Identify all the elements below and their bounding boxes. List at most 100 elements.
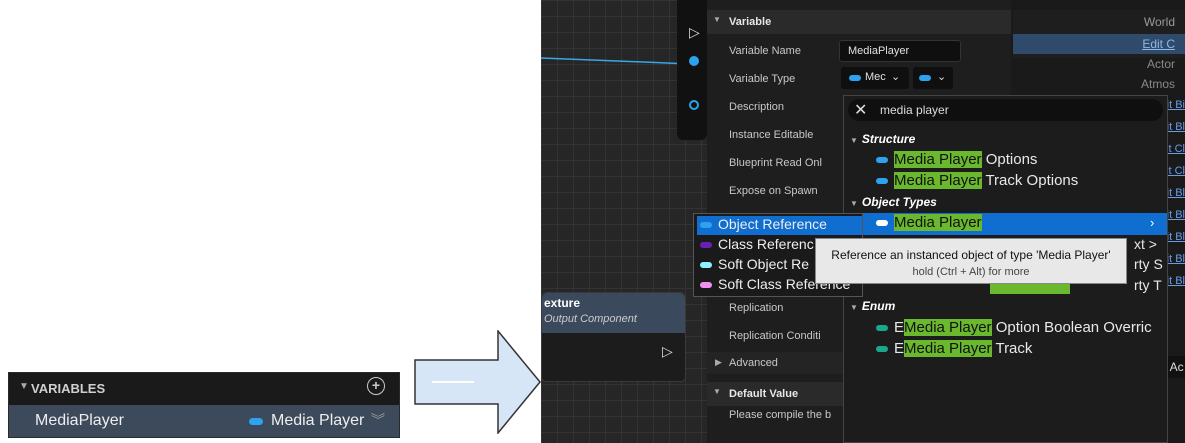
collapse-triangle-icon[interactable]: ▼ xyxy=(713,15,721,24)
filled-pin-icon[interactable] xyxy=(689,56,699,66)
menu-item-label: Object Reference xyxy=(718,216,827,232)
prop-label: Variable Name xyxy=(729,45,801,57)
list-item[interactable]: Atmos xyxy=(1141,77,1175,91)
prop-label: Replication Conditi xyxy=(729,330,821,342)
list-item[interactable]: it Bl xyxy=(1167,187,1185,199)
prop-label: Description xyxy=(729,101,785,113)
chevron-right-icon[interactable]: › xyxy=(1150,215,1154,230)
item-prefix: E xyxy=(894,340,905,357)
variable-section-header[interactable]: ▼ Variable xyxy=(707,10,1011,34)
type-pill-icon xyxy=(876,178,888,185)
type-pill-icon xyxy=(876,325,888,332)
chevron-down-icon[interactable]: ⌄ xyxy=(891,70,900,83)
container-dropdown[interactable]: ⌄ xyxy=(913,67,953,89)
list-item[interactable]: it Cl xyxy=(1166,165,1185,177)
type-pill-icon xyxy=(876,157,888,164)
variables-header-label: VARIABLES xyxy=(31,381,106,396)
variables-header[interactable]: ▼ VARIABLES + xyxy=(9,373,399,403)
list-item[interactable]: EMedia Player Option Boolean Overric xyxy=(876,319,1152,336)
item-suffix: Track xyxy=(991,340,1033,357)
chevron-down-icon[interactable]: ⌄ xyxy=(937,70,946,83)
expand-triangle-icon[interactable]: ▶ xyxy=(715,357,722,368)
type-dropdown[interactable]: Mec ⌄ xyxy=(841,67,909,89)
partial-item[interactable]: rty S xyxy=(1134,256,1163,272)
collapse-triangle-icon[interactable]: ▼ xyxy=(713,387,721,396)
item-suffix: Options xyxy=(981,151,1038,168)
selected-item-content: Media Player xyxy=(876,214,982,231)
plus-circle-icon[interactable]: + xyxy=(367,377,385,395)
item-suffix: Option Boolean Overric xyxy=(991,319,1152,336)
category-label: Enum xyxy=(861,299,896,313)
collapse-triangle-icon: ▼ xyxy=(850,136,858,145)
menu-item-object-reference[interactable]: Object Reference xyxy=(697,216,862,235)
category-enum[interactable]: ▼ Enum xyxy=(850,299,895,313)
prop-label: Replication xyxy=(729,302,784,314)
variable-name: MediaPlayer xyxy=(35,412,124,429)
prop-label: Instance Editable xyxy=(729,129,814,141)
tooltip: Reference an instanced object of type 'M… xyxy=(815,238,1127,284)
type-value: Mec xyxy=(865,71,886,83)
list-item[interactable]: Actor xyxy=(1147,57,1175,71)
empty-pin-icon[interactable] xyxy=(689,100,699,110)
tooltip-line2: hold (Ctrl + Alt) for more xyxy=(912,266,1030,278)
list-item[interactable]: it Cl xyxy=(1166,143,1185,155)
match-text: Media Player xyxy=(894,151,982,168)
match-text: Media Player xyxy=(894,172,982,189)
category-label: Structure xyxy=(861,132,916,146)
list-item[interactable]: it Bi xyxy=(1167,99,1185,111)
type-pill-icon xyxy=(700,242,712,249)
type-pill-icon xyxy=(876,220,888,227)
chevron-down-icon[interactable]: ︾ xyxy=(371,410,385,430)
variable-type[interactable]: Media Player xyxy=(271,412,364,430)
section-title: Default Value xyxy=(729,388,799,400)
list-item[interactable]: EMedia Player Track xyxy=(876,340,1032,357)
type-pill-icon xyxy=(700,262,712,269)
prop-label: Advanced xyxy=(729,357,778,369)
item-prefix: E xyxy=(894,319,905,336)
list-item[interactable]: it Bl xyxy=(1167,209,1185,221)
selected-item[interactable]: Media Player › xyxy=(844,213,1167,235)
item-suffix: Track Options xyxy=(981,172,1079,189)
input-value: MediaPlayer xyxy=(848,45,910,57)
exec-pin-icon[interactable]: ▷ xyxy=(689,24,700,41)
partial-item[interactable]: xt > xyxy=(1134,236,1157,252)
close-icon[interactable]: ✕ xyxy=(854,100,867,120)
node-header: exture Output Component xyxy=(542,293,685,333)
list-item[interactable]: it Bl xyxy=(1167,231,1185,243)
category-structure[interactable]: ▼ Structure xyxy=(850,132,915,146)
type-pill-icon xyxy=(249,418,263,425)
compile-message: Please compile the b xyxy=(729,409,832,421)
list-item[interactable]: World xyxy=(1144,15,1175,29)
prop-label: Expose on Spawn xyxy=(729,185,818,197)
type-pill-icon xyxy=(919,75,931,81)
right-arrow-icon xyxy=(414,330,541,434)
menu-item-label: Soft Object Re xyxy=(718,256,810,272)
graph-canvas[interactable]: ▷ exture Output Component ▷ xyxy=(541,0,707,443)
collapse-triangle-icon: ▼ xyxy=(850,199,858,208)
list-item[interactable]: it Bl xyxy=(1167,253,1185,265)
type-pill-icon xyxy=(876,346,888,353)
exec-pin-icon[interactable]: ▷ xyxy=(662,343,673,360)
list-item[interactable]: Media Player Track Options xyxy=(876,172,1078,189)
prop-label: Variable Type xyxy=(729,73,796,85)
graph-node[interactable]: ▷ xyxy=(677,0,707,140)
list-item[interactable]: it Bl xyxy=(1167,275,1185,287)
node-title: exture xyxy=(544,296,581,310)
match-text: Media Player xyxy=(904,340,992,357)
partial-item[interactable]: rty T xyxy=(1134,277,1162,293)
variable-name-input[interactable]: MediaPlayer xyxy=(839,40,961,62)
list-item[interactable]: it Bl xyxy=(1167,121,1185,133)
category-object-types[interactable]: ▼ Object Types xyxy=(850,195,937,209)
match-text: Media Player xyxy=(904,319,992,336)
menu-item-label: Class Referenc xyxy=(718,236,814,252)
category-label: Object Types xyxy=(861,195,937,209)
variables-panel: ▼ VARIABLES + MediaPlayer Media Player ︾ xyxy=(8,372,400,438)
list-item[interactable]: Media Player Options xyxy=(876,151,1037,168)
list-item[interactable]: Edit C xyxy=(1142,37,1175,51)
texture-node[interactable]: exture Output Component ▷ xyxy=(541,292,686,382)
prop-label: Blueprint Read Onl xyxy=(729,157,822,169)
variable-row[interactable]: MediaPlayer Media Player ︾ xyxy=(9,405,399,437)
search-input[interactable]: ✕ media player xyxy=(848,99,1163,121)
collapse-triangle-icon[interactable]: ▼ xyxy=(19,381,29,392)
type-pill-icon xyxy=(849,75,861,81)
